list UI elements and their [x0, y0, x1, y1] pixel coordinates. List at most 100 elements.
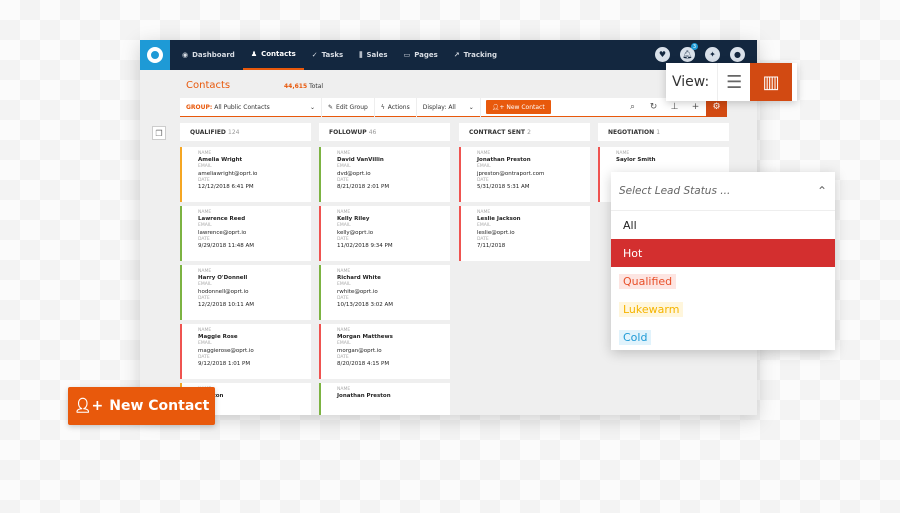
- top-nav: ◉ Dashboard ♟ Contacts ✓ Tasks ⫼ Sales ▭ Pages ↗ Tr…: [140, 40, 757, 70]
- edit-group-button[interactable]: ✎ Edit Group: [322, 97, 375, 117]
- contact-name: Harry O'Donnell: [198, 275, 248, 282]
- lead-status-option-hot[interactable]: Hot: [611, 239, 835, 267]
- contact-date: 5/31/2018 5:31 AM: [477, 184, 530, 191]
- lead-status-placeholder: Select Lead Status ...: [619, 185, 731, 197]
- column-count: 46: [368, 129, 377, 136]
- contact-date: 8/21/2018 2:01 PM: [337, 184, 390, 191]
- contact-date: 12/2/2018 10:11 AM: [198, 302, 255, 309]
- actions-button[interactable]: ϟ Actions: [375, 97, 417, 117]
- contact-email: ameliawright@oprt.io: [198, 170, 258, 177]
- lead-status-option-all[interactable]: All: [611, 211, 835, 239]
- option-label: All: [623, 218, 637, 232]
- avatar[interactable]: ●: [730, 47, 745, 62]
- column-title: NEGOTIATION: [608, 129, 655, 136]
- view-label: View:: [672, 74, 710, 90]
- contact-date: 9/12/2018 1:01 PM: [198, 361, 251, 368]
- contact-card[interactable]: NAME Harry O'Donnell EMAIL hodonnell@oprt.i…: [180, 265, 311, 320]
- contact-email: hodonnell@oprt.io: [198, 288, 249, 295]
- toolbar: GROUP: All Public Contacts ⌄ ✎ Edit Group …: [180, 97, 727, 117]
- contact-date: 7/11/2018: [477, 243, 506, 250]
- lead-status-option-cold[interactable]: Cold: [611, 323, 835, 351]
- contact-email: maggierose@oprt.io: [198, 347, 254, 354]
- contact-card[interactable]: NAME Amelia Wright EMAIL ameliawright@oprt.…: [180, 147, 311, 202]
- contact-email: dvd@oprt.io: [337, 170, 371, 177]
- lead-status-option-qualified[interactable]: Qualified: [611, 267, 835, 295]
- contact-date: 12/12/2018 6:41 PM: [198, 184, 254, 191]
- contact-date: 10/13/2018 3:02 AM: [337, 302, 394, 309]
- contact-email: morgan@oprt.io: [337, 347, 382, 354]
- contact-name: Amelia Wright: [198, 157, 243, 164]
- contact-card[interactable]: NAME Maggie Rose EMAIL maggierose@oprt.io DA…: [180, 324, 311, 379]
- column-title: FOLLOWUP: [329, 129, 367, 136]
- contact-email: jpreston@ontraport.com: [477, 170, 545, 177]
- contact-email: kelly@oprt.io: [337, 229, 374, 236]
- option-label: Lukewarm: [619, 301, 684, 317]
- actions-label: Actions: [387, 103, 410, 111]
- display-select[interactable]: Display: All ⌄: [417, 97, 481, 117]
- new-contact-floating-label: New Contact: [109, 398, 210, 414]
- contact-card[interactable]: NAME Jonathan Preston EMAIL jpreston@ontrap…: [459, 147, 590, 202]
- contact-name: Jonathan Preston: [477, 157, 531, 164]
- list-view-icon[interactable]: ☰: [717, 63, 750, 101]
- board-view-icon[interactable]: ▥: [750, 63, 793, 101]
- column-header: QUALIFIED 124: [180, 123, 311, 141]
- contact-card[interactable]: NAME Leslie Jackson EMAIL leslie@oprt.io DAT…: [459, 206, 590, 261]
- contact-card[interactable]: NAME Kelly Riley EMAIL kelly@oprt.io DATE 11/…: [319, 206, 450, 261]
- add-person-icon: 👤︎+: [73, 398, 104, 414]
- group-label: GROUP:: [186, 103, 213, 111]
- nav-label: Tasks: [321, 51, 344, 59]
- bar-chart-icon: ⫼: [359, 50, 363, 59]
- contact-card[interactable]: NAME Lawrence Reed EMAIL lawrence@oprt.io DA…: [180, 206, 311, 261]
- nav-pages[interactable]: ▭ Pages: [396, 40, 446, 70]
- column-title: QUALIFIED: [190, 129, 226, 136]
- search-icon[interactable]: ⌕: [622, 98, 643, 117]
- view-toggle: View: ☰ ▥: [666, 63, 797, 101]
- check-icon: ✓: [311, 51, 318, 59]
- nav-sales[interactable]: ⫼ Sales: [351, 40, 395, 70]
- heart-icon[interactable]: ♥: [655, 47, 670, 62]
- nav-dashboard[interactable]: ◉ Dashboard: [174, 40, 243, 70]
- group-value: All Public Contacts: [214, 103, 270, 111]
- new-contact-floating-button[interactable]: 👤︎+ New Contact: [68, 387, 215, 425]
- lightning-icon: ϟ: [380, 103, 385, 111]
- nav-contacts[interactable]: ♟ Contacts: [242, 40, 304, 70]
- notification-badge: 3: [691, 43, 698, 50]
- column-title: CONTRACT SENT: [469, 129, 526, 136]
- bell-icon[interactable]: 🔔︎ 3: [680, 43, 698, 62]
- page-icon: ▭: [403, 51, 411, 59]
- display-label: Display: All: [422, 103, 456, 111]
- pin-icon[interactable]: ✦: [705, 47, 720, 62]
- contact-email: rwhite@oprt.io: [337, 288, 378, 295]
- dashboard-icon: ◉: [182, 51, 189, 59]
- contact-card[interactable]: NAME Morgan Matthews EMAIL morgan@oprt.io DA…: [319, 324, 450, 379]
- contact-date: 9/29/2018 11:48 AM: [198, 243, 255, 250]
- contact-date: 11/02/2018 9:34 PM: [337, 243, 393, 250]
- chevron-up-icon[interactable]: ⌃: [817, 184, 827, 198]
- logo[interactable]: [140, 40, 170, 70]
- copy-icon[interactable]: ❐: [152, 126, 166, 140]
- contact-card[interactable]: NAME David VanVillin EMAIL dvd@oprt.io DATE 8…: [319, 147, 450, 202]
- add-person-icon: 👤︎+: [491, 103, 505, 111]
- refresh-icon[interactable]: ↻: [643, 98, 664, 117]
- group-select[interactable]: GROUP: All Public Contacts ⌄: [180, 97, 322, 117]
- lead-status-option-lukewarm[interactable]: Lukewarm: [611, 295, 835, 323]
- option-label: Qualified: [619, 273, 677, 289]
- person-icon: ♟: [250, 50, 258, 58]
- board-column: FOLLOWUP 46 NAME David VanVillin EMAIL dvd@o…: [319, 123, 450, 415]
- contact-name: David VanVillin: [337, 157, 384, 164]
- contact-name: Leslie Jackson: [477, 216, 521, 223]
- total-count: 44,615 Total: [284, 83, 323, 90]
- tracking-icon: ↗: [453, 51, 460, 59]
- contact-name: Jonathan Preston: [337, 393, 391, 400]
- nav-tasks[interactable]: ✓ Tasks: [304, 40, 351, 70]
- lead-status-dropdown[interactable]: Select Lead Status ... ⌃ All Hot Qualified L…: [611, 172, 835, 350]
- contact-email: leslie@oprt.io: [477, 229, 515, 236]
- new-contact-button[interactable]: 👤︎+ New Contact: [485, 100, 551, 114]
- nav-tracking[interactable]: ↗ Tracking: [446, 40, 505, 70]
- edit-group-label: Edit Group: [336, 103, 368, 111]
- contact-name: Lawrence Reed: [198, 216, 246, 223]
- contact-name: Morgan Matthews: [337, 334, 393, 341]
- contact-card[interactable]: NAME Jonathan Preston: [319, 383, 450, 415]
- option-label: Cold: [619, 329, 652, 345]
- contact-card[interactable]: NAME Richard White EMAIL rwhite@oprt.io DATE…: [319, 265, 450, 320]
